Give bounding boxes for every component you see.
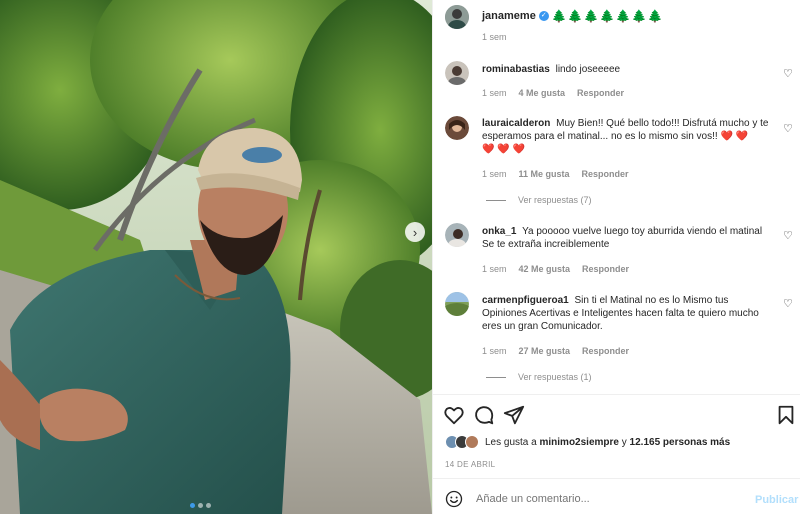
comment-like-heart-icon[interactable]: ♡	[783, 229, 793, 242]
heart-outline-icon[interactable]	[443, 404, 465, 426]
commenter-avatar[interactable]	[445, 223, 469, 247]
caption-line: janameme ✓ 🌲🌲🌲🌲🌲🌲🌲	[482, 9, 663, 23]
avatar	[465, 435, 479, 449]
likes-prefix: Les gusta a	[485, 436, 537, 448]
carousel-dot-1	[190, 503, 195, 508]
comment-like-heart-icon[interactable]: ♡	[783, 297, 793, 310]
comment-like-heart-icon[interactable]: ♡	[783, 67, 793, 80]
post-photo[interactable]: ›	[0, 0, 432, 514]
bookmark-icon[interactable]	[775, 404, 797, 426]
view-replies-button[interactable]: Ver respuestas (1)	[486, 372, 592, 382]
post-date[interactable]: 14 DE ABRIL	[445, 460, 495, 469]
view-replies-label: Ver respuestas (1)	[518, 372, 592, 382]
comment-text: carmenpfigueroa1 Sin ti el Matinal no es…	[482, 294, 774, 333]
publish-button[interactable]: Publicar	[755, 494, 798, 506]
view-replies-label: Ver respuestas (7)	[518, 195, 592, 205]
park-portrait-image	[0, 0, 432, 514]
comment-emoji: ❤️ ❤️	[720, 131, 749, 142]
liker-username[interactable]: minimo2siempre	[540, 437, 619, 448]
view-replies-button[interactable]: Ver respuestas (7)	[486, 195, 592, 205]
comment-text: onka_1 Ya pooooo vuelve luego toy aburri…	[482, 225, 774, 251]
smiley-icon[interactable]	[445, 490, 463, 508]
liker-avatars	[445, 435, 479, 449]
comment-body: lindo joseeeee	[555, 64, 621, 75]
commenter-avatar[interactable]	[445, 61, 469, 85]
likes-text: Les gusta a minimo2siempre y 12.165 pers…	[485, 437, 730, 448]
reply-button[interactable]: Responder	[582, 264, 629, 274]
author-avatar[interactable]	[445, 5, 469, 29]
commenter-avatar[interactable]	[445, 292, 469, 316]
caption-meta: 1 sem	[482, 32, 507, 42]
reply-button[interactable]: Responder	[582, 169, 629, 179]
reply-button[interactable]: Responder	[582, 346, 629, 356]
comment-likes[interactable]: 4 Me gusta	[519, 88, 566, 98]
carousel-dot-2	[198, 503, 203, 508]
comment-username[interactable]: carmenpfigueroa1	[482, 295, 569, 306]
comment-likes[interactable]: 11 Me gusta	[519, 169, 570, 179]
reply-button[interactable]: Responder	[577, 88, 624, 98]
comment-time[interactable]: 1 sem	[482, 88, 507, 98]
instagram-post-modal: › janameme ✓ 🌲🌲🌲🌲🌲🌲🌲 1 sem rominabastias…	[0, 0, 800, 514]
caption-time[interactable]: 1 sem	[482, 32, 507, 42]
section-divider	[433, 394, 800, 395]
verified-badge-icon: ✓	[538, 11, 549, 21]
comment-username[interactable]: rominabastias	[482, 64, 550, 75]
comment-meta: 1 sem 27 Me gusta Responder	[482, 346, 629, 356]
comment-meta: 1 sem 42 Me gusta Responder	[482, 264, 629, 274]
comment-time[interactable]: 1 sem	[482, 346, 507, 356]
comment-time[interactable]: 1 sem	[482, 169, 507, 179]
comment-text: rominabastias lindo joseeeee	[482, 63, 774, 76]
replies-line	[486, 199, 506, 201]
comment-emoji: ❤️ ❤️ ❤️	[482, 144, 525, 155]
comment-username[interactable]: onka_1	[482, 226, 516, 237]
comment-time[interactable]: 1 sem	[482, 264, 507, 274]
carousel-next-button[interactable]: ›	[405, 222, 425, 242]
comment-like-heart-icon[interactable]: ♡	[783, 122, 793, 135]
comment-likes[interactable]: 42 Me gusta	[519, 264, 571, 274]
comment-bubble-icon[interactable]	[473, 404, 495, 426]
comment-body: Ya pooooo vuelve luego toy aburrida vien…	[482, 226, 763, 250]
likes-count[interactable]: 12.165 personas más	[630, 437, 731, 448]
carousel-dot-3	[206, 503, 211, 508]
likes-summary[interactable]: Les gusta a minimo2siempre y 12.165 pers…	[445, 435, 730, 449]
replies-line	[486, 376, 506, 378]
commenter-avatar[interactable]	[445, 116, 469, 140]
author-username[interactable]: janameme	[482, 10, 536, 22]
chevron-right-icon: ›	[412, 224, 418, 240]
comment-meta: 1 sem 11 Me gusta Responder	[482, 169, 629, 179]
section-divider	[433, 478, 800, 479]
caption-emoji: 🌲🌲🌲🌲🌲🌲🌲	[551, 9, 664, 23]
comment-text: lauraicalderon Muy Bien!! Qué bello todo…	[482, 117, 774, 156]
paper-plane-icon[interactable]	[503, 404, 525, 426]
carousel-dots	[190, 503, 211, 508]
likes-conjunction: y	[621, 436, 627, 448]
comment-meta: 1 sem 4 Me gusta Responder	[482, 88, 624, 98]
comment-username[interactable]: lauraicalderon	[482, 118, 550, 129]
comment-likes[interactable]: 27 Me gusta	[519, 346, 571, 356]
comment-input[interactable]	[476, 493, 736, 505]
